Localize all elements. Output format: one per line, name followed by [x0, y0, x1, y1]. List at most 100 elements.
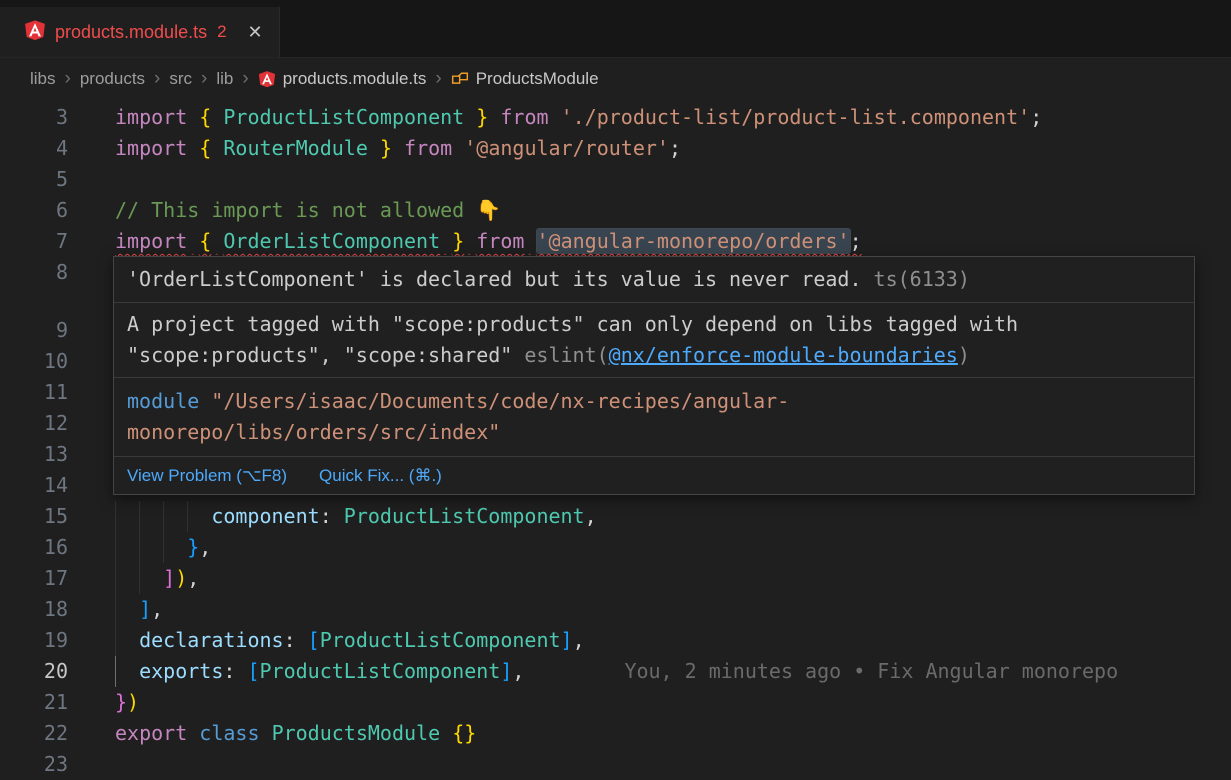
breadcrumb: libs›products›src›lib›products.module.ts… — [0, 58, 1231, 100]
breadcrumb-item-lib[interactable]: lib — [216, 69, 233, 89]
line-number[interactable]: 7 — [0, 226, 68, 257]
code-token: component — [211, 504, 319, 528]
line-content: export class ProductsModule {} — [68, 718, 476, 749]
code-token: ] — [139, 597, 151, 621]
line-number[interactable]: 8 — [0, 257, 68, 288]
line-content: }, — [68, 532, 211, 563]
code-line-15[interactable]: 15component: ProductListComponent, — [0, 501, 1231, 532]
code-token: ts(6133) — [862, 267, 970, 291]
tab-products-module-ts[interactable]: products.module.ts 2 ✕ — [0, 7, 280, 57]
line-number[interactable]: 9 — [0, 315, 68, 346]
line-number[interactable]: 20 — [0, 656, 68, 687]
line-number[interactable]: 10 — [0, 346, 68, 377]
code-token: ; — [850, 229, 862, 253]
line-content — [68, 315, 115, 346]
line-number[interactable]: 19 — [0, 625, 68, 656]
hover-sections: 'OrderListComponent' is declared but its… — [114, 257, 1194, 456]
eslint-rule-link[interactable]: @nx/enforce-module-boundaries — [609, 343, 958, 367]
code-token — [440, 229, 452, 253]
code-token: } — [452, 229, 464, 253]
line-content — [68, 257, 115, 288]
code-line-7[interactable]: 7import { OrderListComponent } from '@an… — [0, 226, 1231, 257]
line-content: import { OrderListComponent } from '@ang… — [68, 226, 862, 257]
code-token: ] — [500, 659, 512, 683]
symbol-class-icon — [451, 70, 469, 88]
code-token — [260, 721, 272, 745]
line-number[interactable]: 6 — [0, 195, 68, 226]
breadcrumb-item-src[interactable]: src — [169, 69, 192, 89]
breadcrumb-label: products — [80, 69, 145, 89]
code-line-22[interactable]: 22export class ProductsModule {} — [0, 718, 1231, 749]
code-token: } — [476, 105, 488, 129]
indent-guide — [139, 532, 163, 563]
breadcrumb-label: libs — [30, 69, 56, 89]
line-content: component: ProductListComponent, — [68, 501, 597, 532]
code-token: { — [199, 229, 211, 253]
code-token: monorepo/libs/orders/src/index" — [127, 420, 500, 444]
code-token: 'OrderListComponent' is declared but its… — [127, 267, 862, 291]
code-token: } — [187, 535, 199, 559]
code-token — [211, 105, 223, 129]
code-line-17[interactable]: 17]), — [0, 563, 1231, 594]
breadcrumb-item-products-module-ts[interactable]: products.module.ts — [258, 69, 427, 89]
code-token: } — [464, 721, 476, 745]
indent-guide — [139, 501, 163, 532]
line-number[interactable]: 12 — [0, 408, 68, 439]
code-token: "/Users/isaac/Documents/code/nx-recipes/… — [211, 389, 789, 413]
breadcrumb-label: lib — [216, 69, 233, 89]
code-token: } — [115, 690, 127, 714]
code-token: { — [199, 136, 211, 160]
code-token: exports — [139, 659, 223, 683]
code-line-4[interactable]: 4import { RouterModule } from '@angular/… — [0, 133, 1231, 164]
line-number[interactable]: 18 — [0, 594, 68, 625]
line-number[interactable]: 15 — [0, 501, 68, 532]
line-content: import { ProductListComponent } from './… — [68, 102, 1042, 133]
code-token: ) — [127, 690, 139, 714]
code-token: './product-list/product-list.component' — [561, 105, 1031, 129]
breadcrumb-item-productsmodule[interactable]: ProductsModule — [451, 69, 599, 89]
hover-action-view-problem-f8[interactable]: View Problem (⌥F8) — [127, 460, 287, 491]
angular-icon — [258, 70, 276, 88]
code-token: class — [199, 721, 259, 745]
line-number[interactable]: 11 — [0, 377, 68, 408]
line-number[interactable]: 13 — [0, 439, 68, 470]
code-token: ) — [958, 343, 970, 367]
line-number[interactable]: 21 — [0, 687, 68, 718]
code-line-5[interactable]: 5 — [0, 164, 1231, 195]
code-token: import — [115, 136, 187, 160]
code-line-16[interactable]: 16}, — [0, 532, 1231, 563]
line-content: // This import is not allowed 👇 — [68, 195, 501, 226]
code-line-6[interactable]: 6// This import is not allowed 👇 — [0, 195, 1231, 226]
angular-icon — [24, 19, 46, 46]
code-token: export — [115, 721, 187, 745]
code-line-3[interactable]: 3import { ProductListComponent } from '.… — [0, 102, 1231, 133]
breadcrumb-item-libs[interactable]: libs — [30, 69, 56, 89]
code-token: ; — [669, 136, 681, 160]
breadcrumb-item-products[interactable]: products — [80, 69, 145, 89]
code-line-19[interactable]: 19declarations: [ProductListComponent], — [0, 625, 1231, 656]
code-token — [211, 229, 223, 253]
line-content — [68, 346, 115, 377]
code-line-20[interactable]: 20exports: [ProductListComponent],You, 2… — [0, 656, 1231, 687]
code-line-21[interactable]: 21}) — [0, 687, 1231, 718]
problem-hover-popup: 'OrderListComponent' is declared but its… — [113, 256, 1195, 495]
code-token: ProductsModule — [272, 721, 441, 745]
code-token: } — [380, 136, 392, 160]
code-token: OrderListComponent — [223, 229, 440, 253]
code-token: '@angular-monorepo/orders' — [537, 229, 850, 253]
code-line-18[interactable]: 18], — [0, 594, 1231, 625]
line-number[interactable]: 23 — [0, 749, 68, 780]
line-number[interactable]: 22 — [0, 718, 68, 749]
code-token: import — [115, 229, 187, 253]
line-number[interactable]: 5 — [0, 164, 68, 195]
breadcrumb-label: products.module.ts — [283, 69, 427, 89]
line-number[interactable]: 3 — [0, 102, 68, 133]
line-number[interactable]: 14 — [0, 470, 68, 501]
code-line-23[interactable]: 23 — [0, 749, 1231, 780]
hover-action-quick-fix[interactable]: Quick Fix... (⌘.) — [319, 460, 442, 491]
line-number[interactable]: 4 — [0, 133, 68, 164]
hover-section-quick-info: module "/Users/isaac/Documents/code/nx-r… — [114, 377, 1194, 456]
line-number[interactable]: 16 — [0, 532, 68, 563]
line-number[interactable]: 17 — [0, 563, 68, 594]
close-icon[interactable]: ✕ — [248, 22, 263, 43]
